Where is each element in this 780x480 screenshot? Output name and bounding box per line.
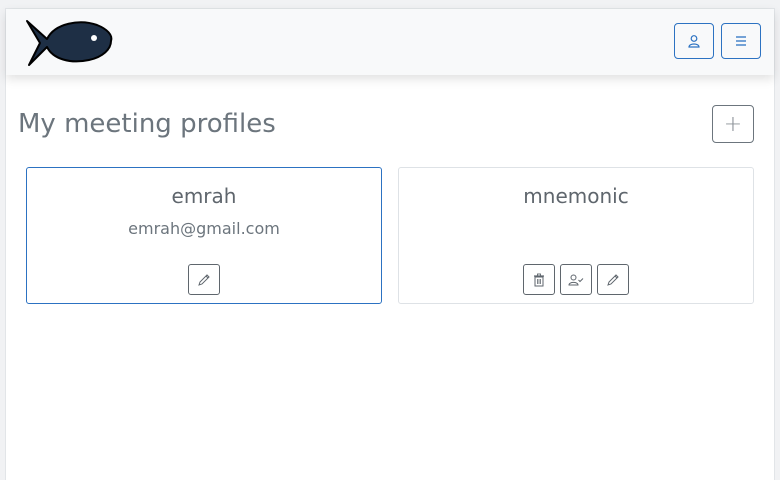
menu-button[interactable] bbox=[721, 23, 761, 59]
profile-name: mnemonic bbox=[523, 184, 629, 208]
page-title: My meeting profiles bbox=[18, 109, 276, 139]
plus-icon: + bbox=[723, 111, 743, 137]
profile-email: emrah@gmail.com bbox=[128, 219, 280, 238]
profile-actions bbox=[399, 264, 753, 295]
navbar bbox=[6, 9, 774, 75]
profile-name: emrah bbox=[171, 184, 237, 208]
profile-actions bbox=[27, 264, 381, 295]
edit-icon bbox=[198, 273, 210, 286]
hamburger-menu-icon bbox=[736, 36, 746, 46]
user-icon bbox=[688, 35, 700, 48]
profile-card[interactable]: mnemonic bbox=[398, 167, 754, 304]
edit-profile-button[interactable] bbox=[188, 264, 220, 295]
delete-profile-button[interactable] bbox=[523, 264, 555, 295]
profile-card[interactable]: emrah emrah@gmail.com bbox=[26, 167, 382, 304]
app-frame: My meeting profiles + emrah emrah@gmail.… bbox=[5, 8, 775, 480]
trash-icon bbox=[534, 273, 544, 286]
edit-profile-button[interactable] bbox=[597, 264, 629, 295]
fish-logo-icon[interactable] bbox=[25, 19, 115, 71]
user-button[interactable] bbox=[674, 23, 714, 59]
add-profile-button[interactable]: + bbox=[712, 105, 754, 143]
user-check-icon bbox=[568, 274, 584, 285]
edit-icon bbox=[607, 273, 619, 286]
assign-user-button[interactable] bbox=[560, 264, 592, 295]
